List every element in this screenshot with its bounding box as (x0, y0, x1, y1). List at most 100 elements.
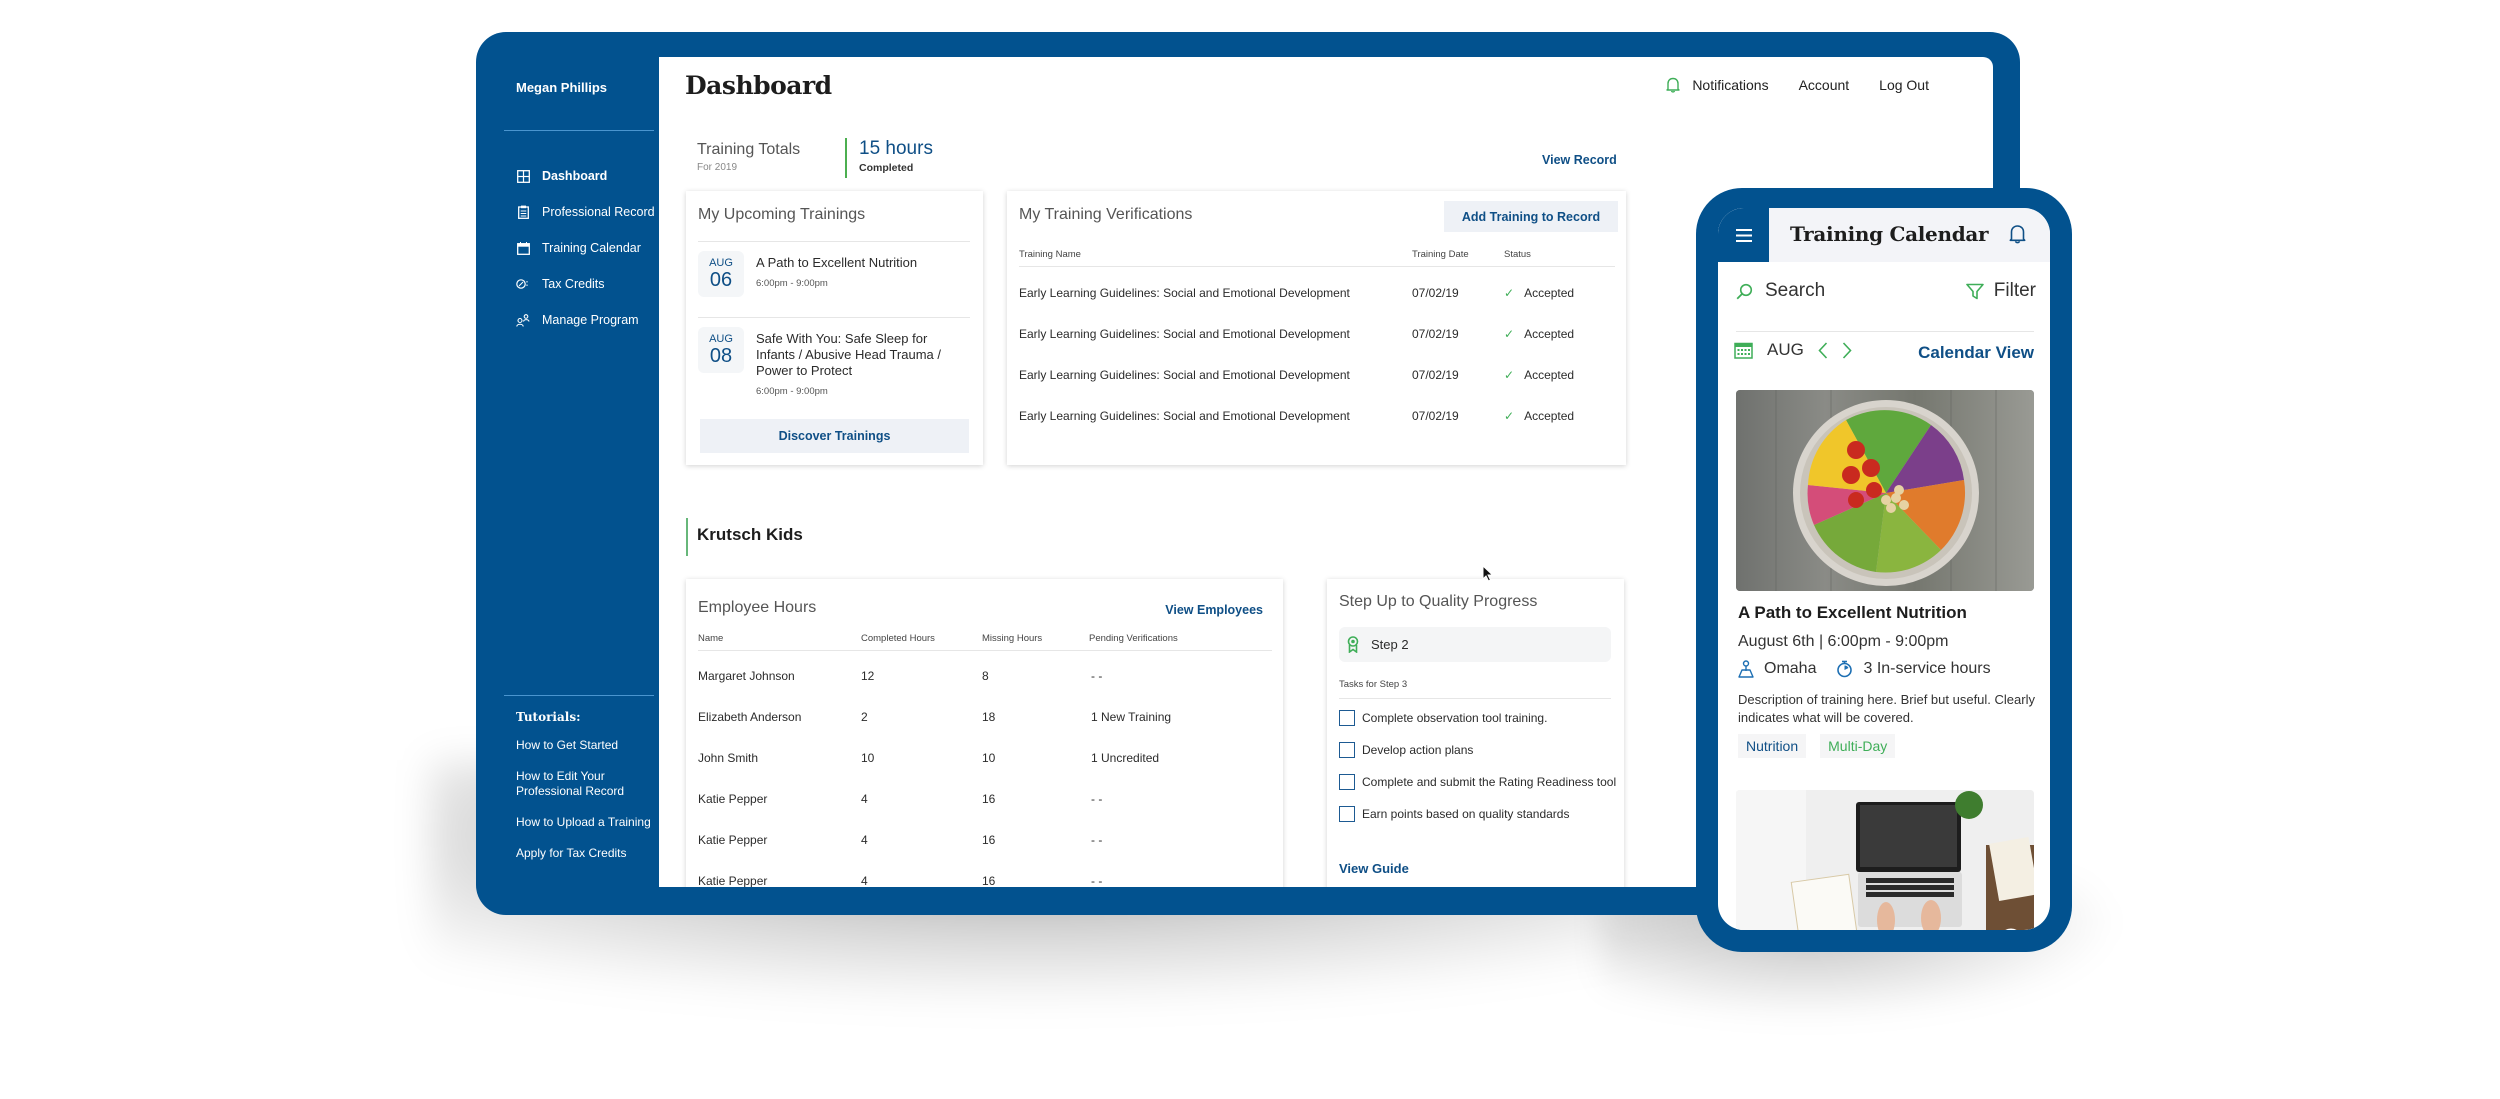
card-title: Employee Hours (698, 599, 817, 616)
task-checkbox[interactable] (1339, 742, 1355, 758)
logout-link[interactable]: Log Out (1879, 77, 1929, 93)
status-badge: ✓ Accepted (1504, 327, 1574, 341)
task-checkbox[interactable] (1339, 710, 1355, 726)
filter-button[interactable]: Filter (1965, 280, 2036, 302)
employee-name: Margaret Johnson (698, 669, 795, 683)
mobile-screen: Training Calendar Search Filter AUG Cale… (1718, 208, 2050, 930)
date-badge: AUG 06 (698, 251, 744, 297)
training-title: A Path to Excellent Nutrition (756, 255, 918, 270)
task-item[interactable]: Develop action plans (1339, 742, 1473, 758)
calendar-view-link[interactable]: Calendar View (1918, 343, 2034, 363)
add-training-button[interactable]: Add Training to Record (1444, 201, 1618, 232)
current-step: Step 2 (1339, 627, 1611, 662)
event-date: August 6th | 6:00pm - 9:00pm (1738, 633, 1949, 650)
tax-credit-icon (516, 277, 530, 291)
calendar-icon (1734, 341, 1753, 359)
training-time: 6:00pm - 9:00pm (756, 386, 828, 397)
task-label: Complete observation tool training. (1362, 711, 1548, 725)
account-link[interactable]: Account (1799, 77, 1850, 93)
task-item[interactable]: Complete and submit the Rating Readiness… (1339, 774, 1616, 790)
column-header: Training Name (1019, 249, 1081, 260)
sidebar-item-tax-credits[interactable]: Tax Credits (516, 266, 655, 302)
missing-hours: 10 (982, 751, 996, 765)
completed-hours: 4 (861, 792, 868, 806)
training-name: A Path to Excellent Nutrition 6:00pm - 9… (756, 255, 968, 292)
task-item[interactable]: Earn points based on quality standards (1339, 806, 1569, 822)
tutorial-link[interactable]: How to Edit Your Professional Record (516, 769, 656, 799)
date-day: 06 (709, 269, 733, 291)
sidebar-item-label: Professional Record (542, 205, 655, 219)
search-placeholder: Search (1765, 280, 1826, 301)
view-record-link[interactable]: View Record (1542, 153, 1617, 167)
hamburger-icon (1735, 228, 1752, 242)
column-header: Pending Verifications (1089, 633, 1178, 644)
totals-divider (845, 138, 847, 178)
missing-hours: 16 (982, 874, 996, 887)
view-employees-link[interactable]: View Employees (1165, 603, 1263, 617)
discover-trainings-button[interactable]: Discover Trainings (700, 419, 969, 453)
chevron-left-icon[interactable] (1818, 341, 1828, 359)
employee-name: Katie Pepper (698, 874, 768, 887)
sidebar-divider (504, 130, 654, 131)
bell-icon[interactable] (2009, 224, 2026, 249)
status-label: Accepted (1524, 409, 1575, 423)
sidebar-item-dashboard[interactable]: Dashboard (516, 158, 655, 194)
sidebar-item-label: Dashboard (542, 169, 608, 183)
date-month: AUG (709, 257, 733, 269)
clipboard-icon (516, 205, 530, 219)
column-header: Completed Hours (861, 633, 935, 644)
filter-icon (1965, 283, 1984, 300)
sidebar-nav: Dashboard Professional Record Training C… (516, 158, 655, 338)
date-month: AUG (709, 333, 733, 345)
completed-hours: 4 (861, 833, 868, 847)
training-totals: Training Totals For 2019 (697, 141, 800, 173)
mobile-device-frame: Training Calendar Search Filter AUG Cale… (1696, 188, 2072, 952)
laptop-desk-image[interactable] (1736, 790, 2034, 930)
view-guide-link[interactable]: View Guide (1339, 861, 1409, 876)
card-title: Step Up to Quality Progress (1339, 593, 1538, 610)
training-verifications-card: My Training Verifications Add Training t… (1007, 191, 1626, 465)
task-item[interactable]: Complete observation tool training. (1339, 710, 1547, 726)
status-label: Accepted (1524, 286, 1575, 300)
search-input[interactable]: Search (1736, 280, 1825, 302)
sidebar-item-training-calendar[interactable]: Training Calendar (516, 230, 655, 266)
checkmark-icon: ✓ (1504, 327, 1515, 341)
task-checkbox[interactable] (1339, 774, 1355, 790)
task-label: Complete and submit the Rating Readiness… (1362, 775, 1617, 789)
training-name: Early Learning Guidelines: Social and Em… (1019, 327, 1350, 341)
checkmark-icon: ✓ (1504, 409, 1515, 423)
missing-hours: 8 (982, 669, 989, 683)
event-meta: Omaha 3 In-service hours (1738, 660, 1991, 678)
sidebar-item-label: Tax Credits (542, 277, 605, 291)
status-label: Accepted (1524, 327, 1575, 341)
pending-verifications: - - (1091, 669, 1103, 683)
pending-verifications: 1 New Training (1091, 710, 1172, 724)
sidebar-item-manage-program[interactable]: Manage Program (516, 302, 655, 338)
missing-hours: 16 (982, 833, 996, 847)
tag-multi-day[interactable]: Multi-Day (1820, 734, 1896, 758)
completed-hours: 4 (861, 874, 868, 887)
people-icon (516, 313, 530, 327)
checkmark-icon: ✓ (1504, 286, 1515, 300)
bell-icon[interactable] (1666, 77, 1681, 93)
employee-name: Katie Pepper (698, 833, 768, 847)
nutrition-salad-image[interactable] (1736, 390, 2034, 591)
hamburger-menu-button[interactable] (1718, 208, 1769, 262)
sidebar-divider (504, 695, 654, 696)
user-name: Megan Phillips (516, 80, 608, 95)
step-up-quality-card: Step Up to Quality Progress Step 2 Tasks… (1327, 579, 1624, 887)
month-selector: AUG (1734, 340, 1852, 360)
task-checkbox[interactable] (1339, 806, 1355, 822)
chevron-right-icon[interactable] (1842, 341, 1852, 359)
tutorial-link[interactable]: How to Get Started (516, 738, 656, 753)
sidebar-item-professional-record[interactable]: Professional Record (516, 194, 655, 230)
notifications-link[interactable]: Notifications (1692, 77, 1768, 93)
mobile-header: Training Calendar (1718, 208, 2050, 262)
checkmark-icon: ✓ (1504, 368, 1515, 382)
pending-verifications: - - (1091, 792, 1103, 806)
event-title[interactable]: A Path to Excellent Nutrition (1738, 603, 1967, 623)
tag-nutrition[interactable]: Nutrition (1738, 734, 1807, 758)
card-title: My Upcoming Trainings (698, 206, 866, 223)
tutorial-link[interactable]: Apply for Tax Credits (516, 846, 656, 861)
tutorial-link[interactable]: How to Upload a Training (516, 815, 656, 830)
